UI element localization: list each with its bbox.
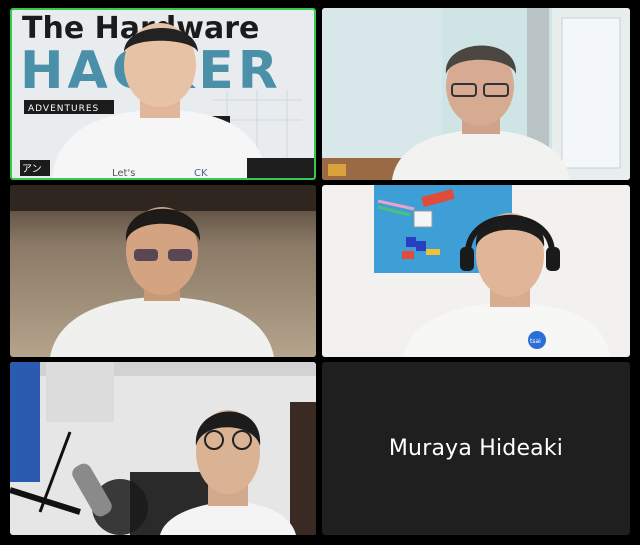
- video-tile-participant-6[interactable]: Muraya Hideaki: [322, 362, 630, 535]
- participant-video: tsai: [322, 185, 630, 357]
- video-grid: The Hardware HACKER ADVENTURES RE アン Let…: [0, 0, 640, 545]
- book-corner-text: アン: [22, 164, 42, 175]
- participant-video: [10, 362, 316, 535]
- participant-video: [322, 8, 630, 180]
- participant-name-label: Muraya Hideaki: [388, 436, 564, 461]
- participant-video: [10, 185, 316, 357]
- video-tile-active-speaker[interactable]: The Hardware HACKER ADVENTURES RE アン Let…: [10, 8, 316, 180]
- video-tile-participant-3[interactable]: [10, 185, 316, 357]
- video-tile-participant-2[interactable]: [322, 8, 630, 180]
- video-tile-participant-5[interactable]: [10, 362, 316, 535]
- participant-video: The Hardware HACKER ADVENTURES RE アン Let…: [12, 10, 314, 178]
- book-subtitle: ADVENTURES: [28, 104, 99, 114]
- shirt-text-2: CK: [194, 168, 208, 178]
- shirt-badge-text: tsai: [530, 338, 541, 345]
- video-tile-participant-4[interactable]: tsai: [322, 185, 630, 357]
- shirt-text: Let's: [112, 168, 135, 178]
